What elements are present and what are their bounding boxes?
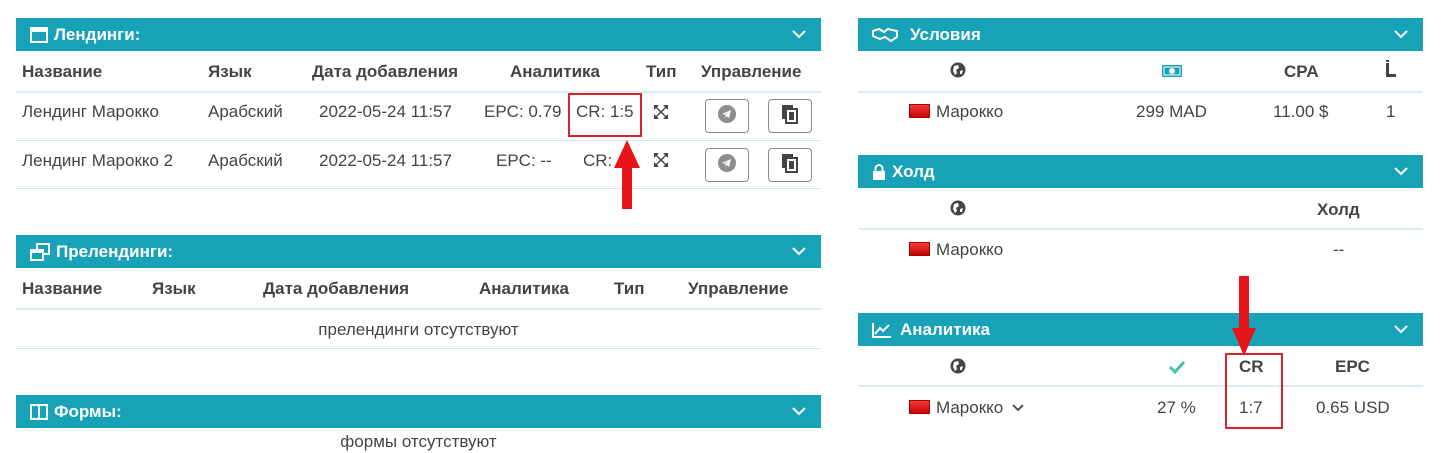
columns-icon (30, 403, 48, 420)
header-divider (16, 308, 821, 310)
landings-title: Лендинги: (54, 24, 141, 44)
copy-button[interactable] (768, 148, 812, 182)
col-epc: EPC (1335, 357, 1370, 376)
chevron-down-icon[interactable] (1393, 26, 1409, 47)
hold-value: -- (1333, 240, 1345, 259)
col-date: Дата добавления (263, 279, 410, 298)
handshake-icon (872, 27, 898, 43)
col-actions: Управление (688, 279, 789, 298)
forms-empty: формы отсутствуют (340, 432, 497, 451)
header-divider (16, 91, 821, 93)
morocco-flag-icon (909, 242, 930, 256)
row-divider (16, 188, 821, 189)
col-cpa: CPA (1284, 62, 1319, 81)
arrow-up-icon (614, 140, 640, 215)
fullscreen-icon[interactable] (653, 104, 669, 125)
row-divider (16, 140, 821, 141)
col-lang: Язык (152, 279, 196, 298)
prelandings-title: Прелендинги: (56, 241, 174, 261)
col-hold: Холд (1317, 200, 1360, 219)
hold-header[interactable]: Холд (858, 155, 1423, 188)
col-lang: Язык (208, 62, 252, 81)
col-type: Тип (646, 62, 677, 81)
chevron-down-icon[interactable] (791, 403, 807, 424)
globe-icon (950, 200, 966, 221)
col-analytics: Аналитика (510, 62, 600, 81)
forms-header[interactable]: Формы: (16, 395, 821, 428)
lock-icon (872, 163, 886, 180)
chevron-down-icon[interactable] (791, 26, 807, 47)
conditions-header[interactable]: Условия (858, 18, 1423, 51)
telegram-icon (718, 104, 736, 128)
copy-icon (781, 153, 799, 178)
cr-highlight-box (568, 93, 642, 137)
copy-icon (781, 104, 799, 129)
clone-icon (30, 242, 50, 261)
chevron-down-icon[interactable] (1393, 163, 1409, 184)
window-icon (30, 26, 48, 43)
telegram-icon (718, 153, 736, 177)
analytics-title: Аналитика (900, 319, 990, 339)
globe-icon (950, 358, 966, 379)
conditions-title: Условия (910, 24, 981, 44)
level-icon (1384, 60, 1398, 83)
col-name: Название (22, 279, 103, 298)
cr-column-highlight-box (1225, 353, 1283, 429)
money-icon (1161, 63, 1183, 83)
analytics-country[interactable]: Марокко (909, 398, 1024, 418)
hold-title: Холд (892, 161, 935, 181)
condition-cpa: 11.00 $ (1273, 102, 1329, 121)
telegram-button[interactable] (705, 148, 749, 182)
col-type: Тип (614, 279, 645, 298)
fullscreen-icon[interactable] (653, 152, 669, 173)
col-date: Дата добавления (312, 62, 459, 81)
chevron-down-icon[interactable] (1012, 398, 1024, 418)
landing-name: Лендинг Марокко 2 (22, 151, 174, 170)
analytics-header[interactable]: Аналитика (858, 313, 1423, 346)
col-actions: Управление (701, 62, 802, 81)
chevron-down-icon[interactable] (791, 243, 807, 264)
condition-price: 299 MAD (1136, 102, 1207, 121)
col-analytics: Аналитика (479, 279, 569, 298)
arrow-down-icon (1232, 276, 1256, 361)
hold-country: Марокко (909, 240, 1003, 260)
condition-count: 1 (1386, 102, 1396, 121)
landings-header[interactable]: Лендинги: (16, 18, 821, 51)
landing-name: Лендинг Марокко (22, 102, 159, 121)
check-icon (1168, 359, 1186, 379)
prelandings-header[interactable]: Прелендинги: (16, 235, 821, 268)
header-divider (858, 385, 1423, 387)
prelandings-empty: прелендинги отсутствуют (318, 320, 519, 339)
col-name: Название (22, 62, 103, 81)
telegram-button[interactable] (705, 99, 749, 133)
forms-title: Формы: (54, 401, 122, 421)
landing-epc: EPC: 0.79 (484, 102, 562, 121)
header-divider (858, 228, 1423, 230)
copy-button[interactable] (768, 99, 812, 133)
chevron-down-icon[interactable] (1393, 321, 1409, 342)
condition-country: Марокко (909, 102, 1003, 122)
landing-date: 2022-05-24 11:57 (319, 102, 452, 121)
landing-date: 2022-05-24 11:57 (319, 151, 452, 170)
morocco-flag-icon (909, 400, 930, 414)
header-divider (858, 91, 1423, 93)
line-chart-icon (872, 322, 892, 338)
landing-epc: EPC: -- (496, 151, 552, 170)
row-divider (16, 348, 821, 349)
landing-lang: Арабский (208, 151, 283, 170)
landing-lang: Арабский (208, 102, 283, 121)
analytics-approve: 27 % (1157, 398, 1196, 417)
morocco-flag-icon (909, 104, 930, 118)
analytics-epc: 0.65 USD (1316, 398, 1390, 417)
globe-icon (950, 62, 966, 83)
